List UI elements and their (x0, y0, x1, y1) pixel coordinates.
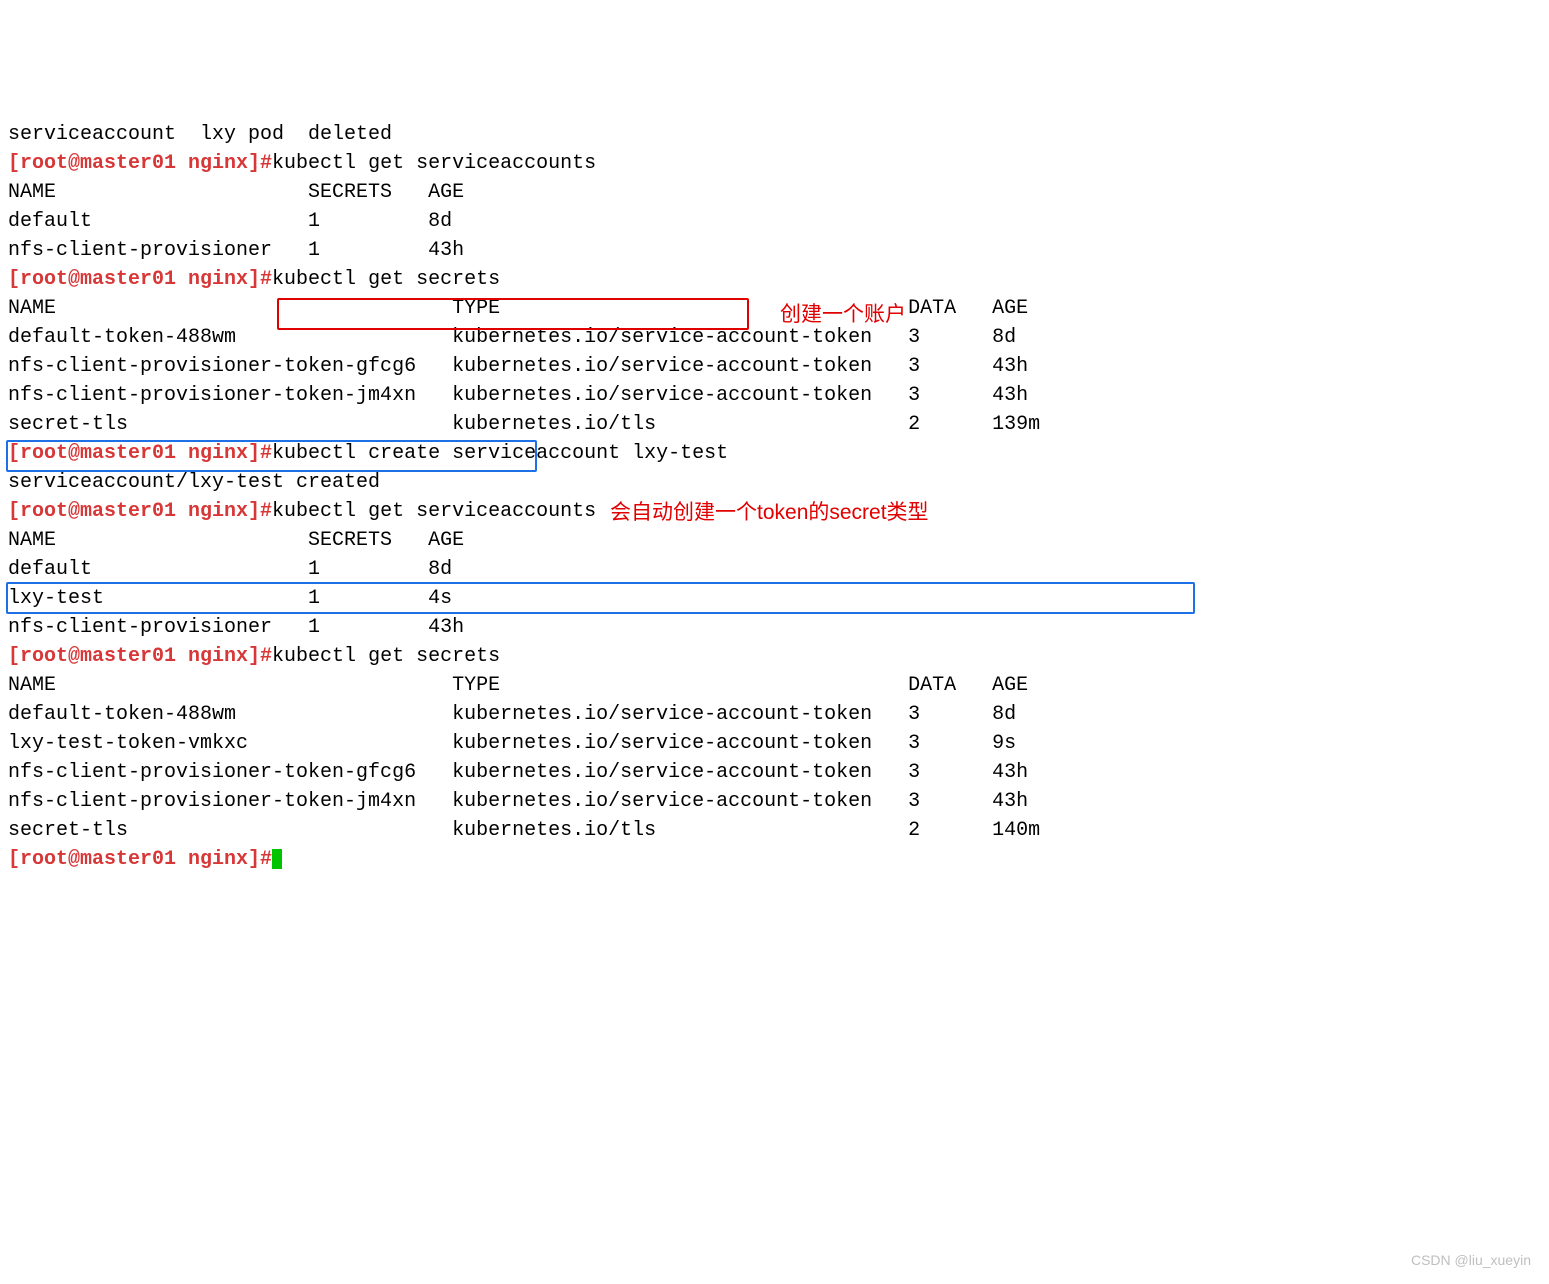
cursor (272, 849, 282, 869)
output-line: serviceaccount lxy pod deleted (8, 123, 392, 146)
shell-prompt: [root@master01 nginx]# (8, 500, 272, 523)
output-line: default 1 8d (8, 210, 452, 233)
shell-prompt: [root@master01 nginx]# (8, 442, 272, 465)
command-text: kubectl get serviceaccounts (272, 152, 596, 175)
output-line: nfs-client-provisioner-token-gfcg6 kuber… (8, 355, 1028, 378)
output-line: nfs-client-provisioner-token-gfcg6 kuber… (8, 761, 1028, 784)
output-line: secret-tls kubernetes.io/tls 2 139m (8, 413, 1040, 436)
output-line: NAME SECRETS AGE (8, 181, 464, 204)
output-line: lxy-test-token-vmkxc kubernetes.io/servi… (8, 732, 1016, 755)
command-text: kubectl create serviceaccount lxy-test (272, 442, 728, 465)
annotation-auto-token: 会自动创建一个token的secret类型 (610, 498, 929, 528)
command-text: kubectl get serviceaccounts (272, 500, 596, 523)
annotation-create-account: 创建一个账户 (780, 300, 906, 330)
watermark-text: CSDN @liu_xueyin (1411, 1250, 1531, 1270)
shell-prompt: [root@master01 nginx]# (8, 645, 272, 668)
output-line: nfs-client-provisioner 1 43h (8, 239, 464, 262)
output-line: default-token-488wm kubernetes.io/servic… (8, 703, 1016, 726)
shell-prompt: [root@master01 nginx]# (8, 152, 272, 175)
output-line: serviceaccount/lxy-test created (8, 471, 380, 494)
output-line: nfs-client-provisioner 1 43h (8, 616, 464, 639)
command-text: kubectl get secrets (272, 645, 500, 668)
shell-prompt: [root@master01 nginx]# (8, 848, 272, 871)
output-line: default 1 8d (8, 558, 452, 581)
command-text: kubectl get secrets (272, 268, 500, 291)
output-line: nfs-client-provisioner-token-jm4xn kuber… (8, 384, 1028, 407)
output-line: nfs-client-provisioner-token-jm4xn kuber… (8, 790, 1028, 813)
output-line: lxy-test 1 4s (8, 587, 452, 610)
output-line: NAME SECRETS AGE (8, 529, 464, 552)
shell-prompt: [root@master01 nginx]# (8, 268, 272, 291)
output-line: NAME TYPE DATA AGE (8, 674, 1028, 697)
output-line: secret-tls kubernetes.io/tls 2 140m (8, 819, 1040, 842)
terminal-output: serviceaccount lxy pod deleted [root@mas… (8, 120, 1541, 874)
